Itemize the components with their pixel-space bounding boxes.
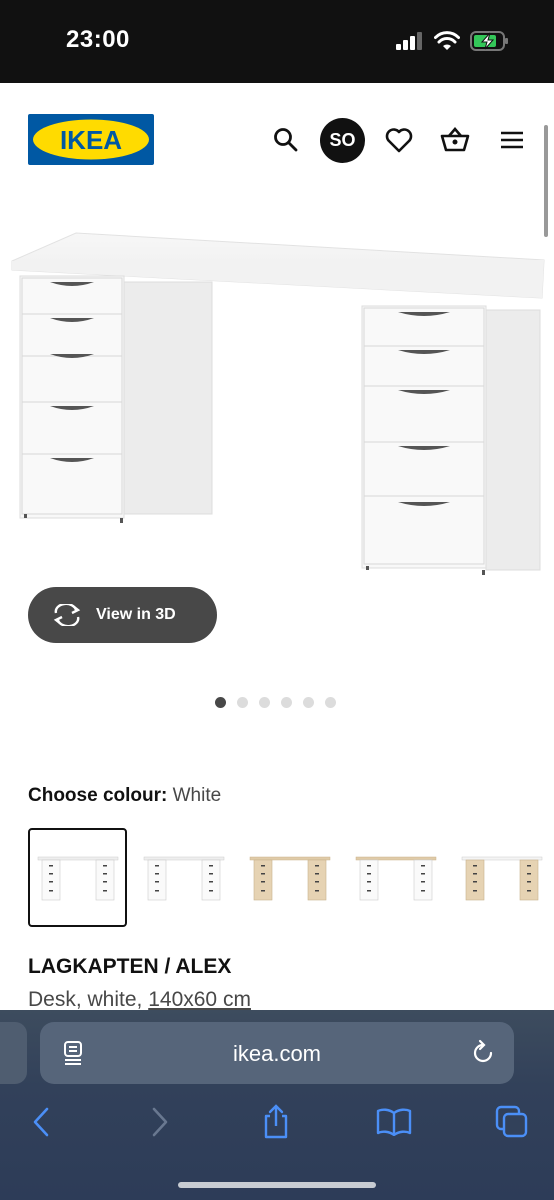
colour-label: Choose colour: White: [28, 785, 221, 807]
gallery-dot[interactable]: [303, 697, 314, 708]
home-indicator[interactable]: [178, 1182, 376, 1188]
browser-toolbar: ikea.com: [0, 1010, 554, 1200]
colour-label-heading: Choose colour:: [28, 785, 168, 806]
site-header: IKEA SO: [0, 83, 554, 198]
user-avatar[interactable]: SO: [320, 118, 365, 163]
product-description: Desk, white, 140x60 cm: [28, 988, 251, 1012]
colour-swatch-beige[interactable]: [240, 828, 339, 927]
product-image[interactable]: [0, 198, 554, 588]
previous-tab-preview[interactable]: [0, 1022, 27, 1084]
basket-icon[interactable]: [433, 118, 477, 162]
share-icon[interactable]: [254, 1102, 298, 1142]
colour-value: White: [172, 785, 222, 806]
view-in-3d-button[interactable]: View in 3D: [28, 587, 217, 643]
menu-icon[interactable]: [490, 118, 534, 162]
status-time: 23:00: [66, 26, 130, 53]
product-size-link[interactable]: 140x60 cm: [148, 988, 251, 1011]
svg-text:IKEA: IKEA: [60, 125, 122, 155]
colour-swatch-white-2[interactable]: [134, 828, 233, 927]
view-in-3d-label: View in 3D: [96, 606, 176, 623]
colour-swatch-beige-white[interactable]: [452, 828, 551, 927]
gallery-dot[interactable]: [237, 697, 248, 708]
battery-charging-icon: [470, 31, 508, 51]
back-icon[interactable]: [19, 1102, 63, 1142]
forward-icon[interactable]: [138, 1102, 182, 1142]
reload-icon[interactable]: [470, 1039, 496, 1067]
colour-swatch-white[interactable]: [28, 828, 127, 927]
gallery-pagination: [215, 697, 336, 708]
heart-icon[interactable]: [377, 118, 421, 162]
rotate-3d-icon: [53, 604, 81, 626]
gallery-dot[interactable]: [215, 697, 226, 708]
gallery-dot[interactable]: [325, 697, 336, 708]
colour-swatches: [28, 828, 551, 927]
bookmarks-icon[interactable]: [372, 1102, 416, 1142]
wifi-icon: [434, 31, 460, 50]
search-icon[interactable]: [264, 118, 308, 162]
signal-icon: [396, 32, 422, 50]
status-icons: [396, 30, 510, 52]
gallery-dot[interactable]: [281, 697, 292, 708]
status-bar: 23:00: [0, 0, 554, 83]
url-text: ikea.com: [232, 1041, 322, 1066]
gallery-dot[interactable]: [259, 697, 270, 708]
colour-swatch-white-beige[interactable]: [346, 828, 445, 927]
tabs-icon[interactable]: [490, 1102, 534, 1142]
ikea-logo[interactable]: IKEA: [28, 114, 154, 165]
address-bar[interactable]: ikea.com: [40, 1022, 514, 1084]
product-name: LAGKAPTEN / ALEX: [28, 955, 232, 978]
product-description-text: Desk, white,: [28, 988, 149, 1011]
